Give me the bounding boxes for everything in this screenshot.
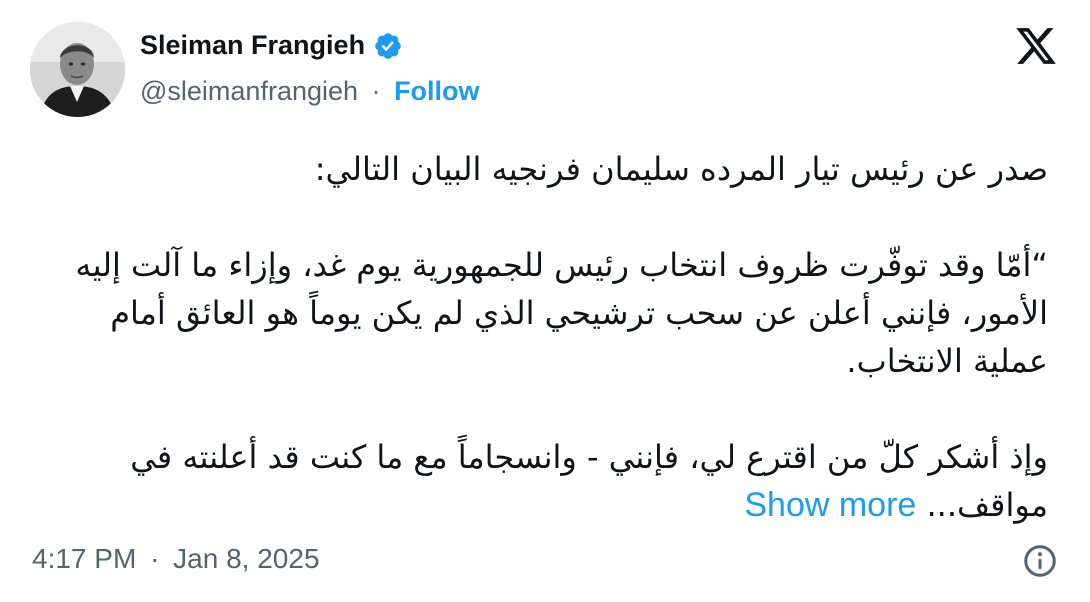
info-icon[interactable]	[1022, 543, 1058, 579]
tweet-time: 4:17 PM	[32, 543, 137, 574]
author-handle[interactable]: @sleimanfrangieh	[140, 76, 358, 106]
tweet-card: Sleiman Frangieh @sleimanfrangieh · Foll…	[0, 0, 1090, 602]
tweet-text: صدر عن رئيس تيار المرده سليمان فرنجيه ال…	[40, 145, 1048, 529]
handle-separator: ·	[371, 76, 381, 106]
x-logo-icon[interactable]	[1014, 24, 1058, 68]
show-more-link[interactable]: Show more	[744, 486, 916, 524]
handle-row: @sleimanfrangieh · Follow	[140, 76, 480, 107]
avatar[interactable]	[30, 22, 125, 117]
timestamp-separator: ·	[150, 543, 160, 574]
tweet-paragraph-1: صدر عن رئيس تيار المرده سليمان فرنجيه ال…	[314, 150, 1048, 188]
author-name[interactable]: Sleiman Frangieh	[140, 30, 365, 61]
tweet-paragraph-2: “أمّا وقد توفّرت ظروف انتخاب رئيس للجمهو…	[75, 246, 1048, 380]
tweet-date: Jan 8, 2025	[173, 543, 320, 574]
verified-badge-icon	[375, 32, 401, 59]
author-name-row: Sleiman Frangieh	[140, 30, 403, 61]
avatar-photo	[30, 22, 125, 117]
follow-button[interactable]: Follow	[394, 76, 479, 106]
tweet-timestamp[interactable]: 4:17 PM · Jan 8, 2025	[32, 543, 320, 575]
tweet-paragraph-3: وإذ أشكر كلّ من اقترع لي، فإنني - وانسجا…	[40, 433, 1048, 529]
